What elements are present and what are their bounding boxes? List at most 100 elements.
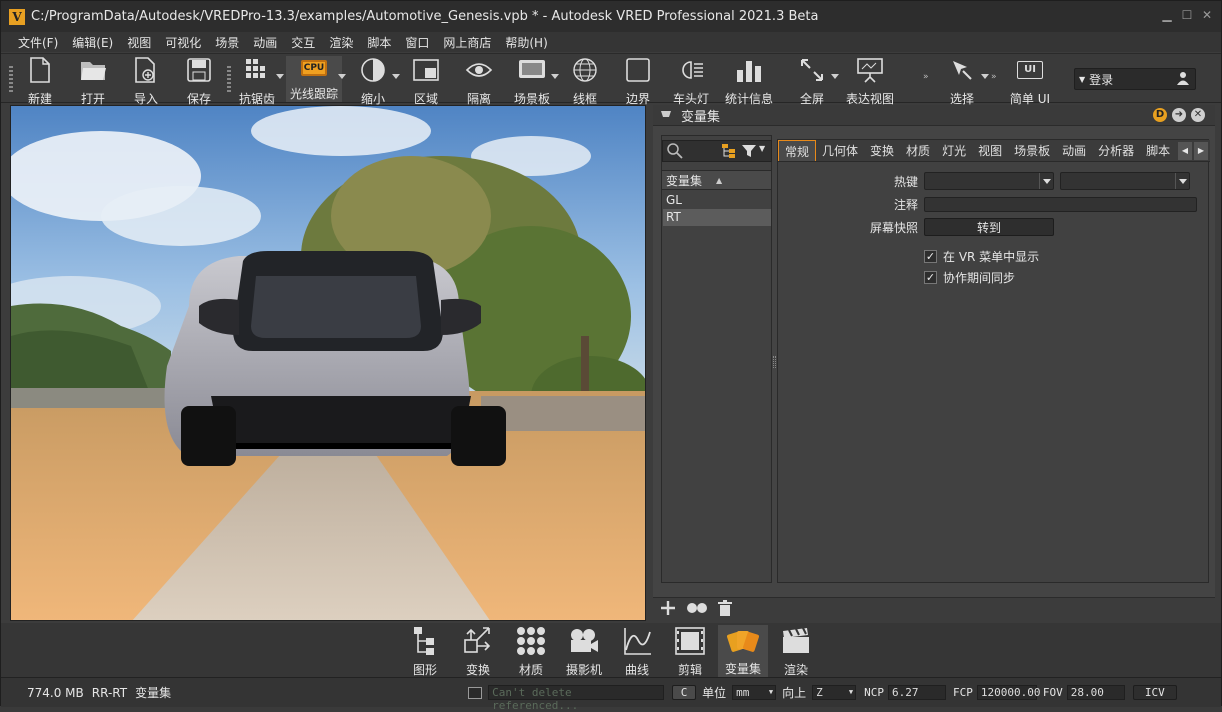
menu-file[interactable]: 文件(F)	[11, 34, 65, 51]
wireframe-button[interactable]: 线框	[558, 56, 612, 107]
border-button[interactable]: 边界	[611, 56, 665, 107]
dropdown-arrow-icon[interactable]	[831, 74, 839, 79]
terminal-icon[interactable]	[468, 686, 483, 699]
message-field[interactable]: Can't delete referenced...	[488, 685, 665, 712]
panel-drag-icon[interactable]	[659, 108, 673, 123]
column-splitter[interactable]	[773, 356, 776, 368]
toolbar-overflow-icon[interactable]: »	[923, 72, 931, 82]
dock-transform-label: 变换	[465, 663, 490, 677]
add-icon[interactable]	[659, 599, 677, 620]
maximize-icon[interactable]: ☐	[1181, 9, 1193, 21]
tab-analyzer[interactable]: 分析器	[1092, 140, 1140, 161]
dock-material-button[interactable]: 材质	[506, 625, 556, 678]
tab-geometry[interactable]: 几何体	[816, 140, 864, 161]
filter-icon[interactable]	[741, 143, 757, 162]
goto-button[interactable]: 转到	[924, 218, 1054, 236]
chevron-right-icon[interactable]: ▶	[1194, 142, 1208, 160]
dock-render-button[interactable]: 渲染	[771, 625, 821, 678]
new-button[interactable]: 新建	[13, 56, 67, 107]
menu-help[interactable]: 帮助(H)	[498, 34, 554, 51]
chevron-left-icon[interactable]: ◀	[1178, 142, 1192, 160]
close-icon[interactable]: ✕	[1201, 9, 1213, 21]
menu-view[interactable]: 视图	[120, 34, 158, 51]
list-item-selected[interactable]: RT	[663, 209, 771, 226]
fullscreen-button[interactable]: 全屏	[785, 56, 839, 107]
snapshot-label: 屏幕快照	[869, 220, 918, 235]
dock-camera-button[interactable]: 摄影机	[559, 625, 609, 678]
menu-scene[interactable]: 场景	[208, 34, 246, 51]
search-input[interactable]: ▼	[662, 140, 772, 162]
region-icon	[412, 56, 440, 84]
isolate-button[interactable]: 隔离	[452, 56, 506, 107]
tab-material[interactable]: 材质	[900, 140, 936, 161]
dock-graph-button[interactable]: 图形	[400, 625, 450, 678]
menu-interaction[interactable]: 交互	[284, 34, 322, 51]
close-icon[interactable]: ✕	[1191, 108, 1205, 122]
menu-edit[interactable]: 编辑(E)	[65, 34, 120, 51]
c-button[interactable]: C	[672, 685, 697, 700]
dock-graph-label: 图形	[412, 663, 437, 677]
region-button[interactable]: 区域	[399, 56, 453, 107]
headlight-button[interactable]: 车头灯	[664, 56, 718, 107]
menu-script[interactable]: 脚本	[360, 34, 398, 51]
tab-sceneboard[interactable]: 场景板	[1008, 140, 1056, 161]
open-button[interactable]: 打开	[66, 56, 120, 107]
minimize-icon[interactable]: ▁	[1161, 9, 1173, 21]
save-button[interactable]: 保存	[172, 56, 226, 107]
dock-curve-button[interactable]: 曲线	[612, 625, 662, 678]
memory-usage: 774.0 MB	[27, 685, 84, 700]
raytrace-button[interactable]: CPU 光线跟踪	[286, 56, 346, 102]
tree-structure-icon[interactable]	[721, 143, 737, 162]
menu-store[interactable]: 网上商店	[436, 34, 498, 51]
arrow-right-icon[interactable]: ➜	[1172, 108, 1186, 122]
trash-icon[interactable]	[717, 599, 733, 620]
sync-checkbox[interactable]: ✓	[924, 271, 937, 284]
login-field[interactable]: ▼ 登录	[1074, 68, 1196, 90]
menu-render[interactable]: 渲染	[322, 34, 360, 51]
note-input[interactable]	[924, 197, 1197, 212]
clapperboard-icon	[780, 625, 812, 657]
menu-animation[interactable]: 动画	[246, 34, 284, 51]
fov-input[interactable]: 28.00	[1066, 685, 1125, 700]
select-button[interactable]: 选择	[935, 56, 989, 107]
presenter-button[interactable]: 表达视图	[841, 56, 899, 107]
tab-view[interactable]: 视图	[972, 140, 1008, 161]
menu-visualization[interactable]: 可视化	[158, 34, 208, 51]
tab-general[interactable]: 常规	[778, 140, 817, 161]
render-viewport[interactable]	[10, 105, 646, 621]
dropdown-arrow-icon[interactable]	[981, 74, 989, 79]
ncp-input[interactable]: 6.27	[888, 685, 947, 700]
shrink-button[interactable]: 缩小	[346, 56, 400, 107]
dock-icon[interactable]: D	[1153, 108, 1167, 122]
unit-select[interactable]: mm ▼	[732, 685, 777, 700]
tab-script[interactable]: 脚本	[1140, 140, 1176, 161]
group-icon[interactable]	[685, 599, 709, 620]
dock-variantsets-button[interactable]: 变量集	[718, 625, 768, 677]
toolbar-overflow-icon[interactable]: »	[991, 72, 999, 82]
fcp-input[interactable]: 120000.00	[976, 685, 1041, 700]
chevron-down-icon[interactable]: ▼	[759, 144, 765, 153]
icv-button[interactable]: ICV	[1132, 685, 1177, 700]
up-axis-select[interactable]: Z ▼	[812, 685, 857, 700]
hotkey-key-select[interactable]	[1060, 172, 1190, 190]
note-row: 注释	[868, 196, 1203, 213]
antialias-button[interactable]: 抗锯齿	[230, 56, 284, 107]
list-item[interactable]: GL	[663, 192, 771, 209]
show-vr-checkbox[interactable]: ✓	[924, 250, 937, 263]
dropdown-arrow-icon[interactable]	[338, 74, 346, 79]
sceneboard-button[interactable]: 场景板	[505, 56, 559, 107]
menu-window[interactable]: 窗口	[398, 34, 436, 51]
dock-clip-button[interactable]: 剪辑	[665, 625, 715, 678]
menu-bar: 文件(F) 编辑(E) 视图 可视化 场景 动画 交互 渲染 脚本 窗口 网上商…	[1, 32, 1221, 52]
dropdown-arrow-icon[interactable]	[276, 74, 284, 79]
import-button[interactable]: 导入	[119, 56, 173, 107]
tab-animation[interactable]: 动画	[1056, 140, 1092, 161]
list-header[interactable]: 变量集 ▲	[662, 170, 771, 190]
dock-transform-button[interactable]: 变换	[453, 625, 503, 678]
tab-transform[interactable]: 变换	[864, 140, 900, 161]
simple-ui-button[interactable]: UI 简单 UI	[1003, 56, 1057, 107]
tab-light[interactable]: 灯光	[936, 140, 972, 161]
hotkey-modifier-select[interactable]	[924, 172, 1054, 190]
stats-button[interactable]: 统计信息	[721, 56, 777, 107]
cpu-badge: CPU	[301, 59, 327, 76]
